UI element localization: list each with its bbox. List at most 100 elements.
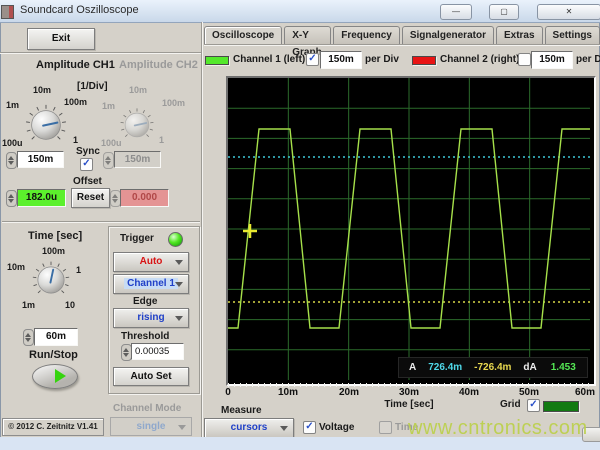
channel2-per-div-value[interactable]: 150m — [531, 51, 573, 69]
ch2-amplitude-spinner — [103, 152, 114, 169]
chevron-down-icon — [175, 316, 183, 321]
ch1-amplitude-value[interactable]: 150m — [17, 151, 64, 168]
chevron-down-icon — [178, 425, 186, 430]
amplitude-ch2-title: Amplitude CH2 — [119, 59, 198, 71]
amplitude-ch1-knob[interactable] — [23, 102, 69, 148]
trigger-led — [168, 232, 183, 247]
measure-title: Measure — [221, 405, 262, 416]
time-spinner[interactable] — [23, 329, 34, 346]
window-title: Soundcard Oszilloscope — [20, 4, 139, 16]
time-label-1: 1 — [76, 265, 81, 275]
trigger-source-dropdown[interactable]: Channel 1 — [113, 274, 189, 294]
close-button[interactable]: ✕ — [537, 4, 600, 20]
time-title: Time [sec] — [28, 230, 82, 242]
readout-delta-value: 1.453 — [551, 362, 576, 373]
channel-mode-label: Channel Mode — [113, 403, 181, 414]
offset-reset-button[interactable]: Reset — [71, 188, 110, 208]
tab-settings[interactable]: Settings — [545, 26, 600, 44]
channel1-color-swatch — [205, 56, 229, 65]
channel2-checkbox[interactable]: ✓ — [518, 53, 531, 66]
trigger-mode-dropdown[interactable]: Auto — [113, 252, 189, 272]
x-tick-40m: 40m — [459, 387, 479, 398]
readout-da-label: dA — [523, 362, 536, 373]
tab-frequency[interactable]: Frequency — [333, 26, 400, 44]
knob2-label-10m: 10m — [129, 85, 147, 95]
maximize-button[interactable]: ▢ — [489, 4, 519, 20]
app-icon — [1, 5, 14, 19]
x-axis-label: Time [sec] — [384, 399, 433, 410]
time-label-10: 10 — [65, 300, 75, 310]
minimize-icon: — — [452, 7, 460, 16]
time-label-100m: 100m — [42, 246, 65, 256]
threshold-label: Threshold — [121, 331, 169, 342]
time-value[interactable]: 60m — [34, 328, 78, 346]
run-stop-label: Run/Stop — [29, 349, 78, 361]
time-label-10m: 10m — [7, 262, 25, 272]
x-tick-30m: 30m — [399, 387, 419, 398]
channel1-checkbox[interactable]: ✓ — [306, 53, 319, 66]
knob1-label-100u: 100u — [2, 138, 23, 148]
measure-mode-dropdown[interactable]: cursors — [204, 418, 294, 438]
waveform-plot[interactable] — [228, 78, 590, 380]
knob1-label-1m: 1m — [6, 100, 19, 110]
exit-divider — [0, 52, 201, 54]
trigger-title: Trigger — [120, 233, 154, 244]
close-icon: ✕ — [566, 7, 573, 16]
per-div-label-2: per Div — [576, 54, 600, 65]
time-checkbox[interactable]: ✓ — [379, 421, 392, 434]
ch2-amplitude-value: 150m — [114, 151, 161, 168]
chevron-down-icon — [175, 260, 183, 265]
amplitude-ch1-title: Amplitude CH1 — [36, 59, 115, 71]
exit-button[interactable]: Exit — [27, 28, 95, 50]
minimize-button[interactable]: — — [440, 4, 472, 20]
tab-extras[interactable]: Extras — [496, 26, 543, 44]
edge-label: Edge — [133, 296, 157, 307]
voltage-checkbox[interactable]: ✓ — [303, 421, 316, 434]
grid-checkbox[interactable]: ✓ — [527, 399, 540, 412]
soundcard-oscilloscope-window: Soundcard Oszilloscope — ▢ ✕ Exit Amplit… — [0, 0, 600, 450]
x-tick-50m: 50m — [519, 387, 539, 398]
knob2-label-1m: 1m — [102, 101, 115, 111]
sync-checkbox[interactable]: ✓ — [80, 158, 93, 171]
per-div-unit-label: [1/Div] — [77, 81, 108, 92]
x-tick-0: 0 — [225, 387, 231, 398]
amplitude-divider — [2, 221, 200, 223]
readout-cursor1-value: 726.4m — [428, 362, 462, 373]
scope-display[interactable]: A 726.4m -726.4m dA 1.453 — [226, 76, 596, 386]
time-knob[interactable] — [30, 259, 72, 301]
knob2-label-1: 1 — [159, 135, 164, 145]
knob2-label-100m: 100m — [162, 98, 185, 108]
channel2-color-swatch — [412, 56, 436, 65]
title-bar[interactable]: Soundcard Oszilloscope — ▢ ✕ — [0, 0, 600, 23]
x-tick-10m: 10m — [278, 387, 298, 398]
channel1-label: Channel 1 (left) — [233, 54, 305, 65]
offset-title: Offset — [73, 176, 102, 187]
tab-oscilloscope[interactable]: Oscilloscope — [204, 26, 282, 46]
trigger-edge-dropdown[interactable]: rising — [113, 308, 189, 328]
time-label-1m: 1m — [22, 300, 35, 310]
tab-content-edge — [204, 44, 600, 46]
per-div-label-1: per Div — [365, 54, 399, 65]
offset-ch1-spinner[interactable] — [6, 190, 17, 207]
tab-signalgenerator[interactable]: Signalgenerator — [402, 26, 494, 44]
x-tick-60m: 60m — [575, 387, 595, 398]
grid-color-swatch — [543, 401, 579, 412]
voltage-label: Voltage — [319, 422, 354, 433]
run-stop-button[interactable] — [32, 364, 78, 389]
maximize-icon: ▢ — [500, 7, 508, 16]
chevron-down-icon — [175, 282, 183, 287]
amplitude-ch2-knob — [118, 106, 156, 144]
threshold-value[interactable]: 0.00035 — [131, 343, 184, 360]
tab-xy-graph[interactable]: X-Y Graph — [284, 26, 331, 44]
play-icon — [55, 369, 66, 383]
channel1-per-div-value[interactable]: 150m — [320, 51, 362, 69]
panel-divider — [201, 22, 203, 437]
channel2-label: Channel 2 (right) — [440, 54, 519, 65]
auto-set-button[interactable]: Auto Set — [113, 367, 189, 386]
readout-a-label: A — [409, 362, 416, 373]
x-tick-20m: 20m — [339, 387, 359, 398]
watermark-text: www.cntronics.com — [408, 417, 588, 440]
cursor-readout: A 726.4m -726.4m dA 1.453 — [398, 357, 588, 378]
ch1-amplitude-spinner[interactable] — [6, 152, 17, 169]
offset-ch1-value[interactable]: 182.0u — [17, 189, 66, 207]
